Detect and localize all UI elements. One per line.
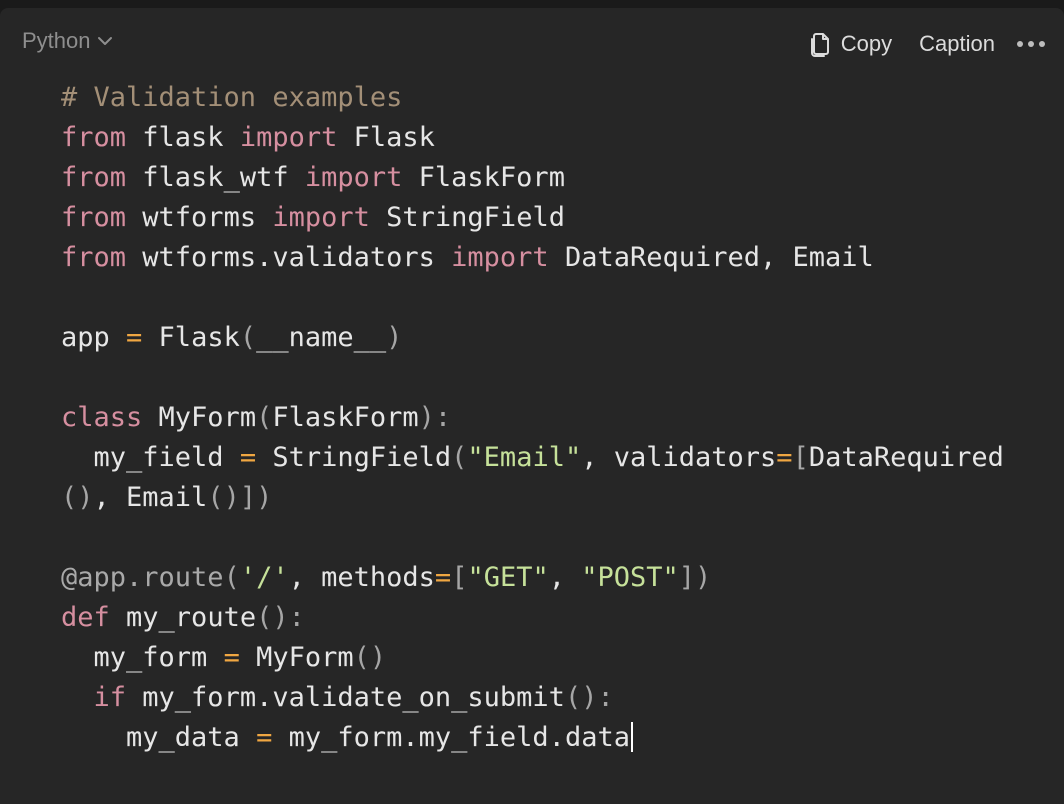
- code-token: =: [126, 322, 143, 353]
- more-options-icon: [1017, 41, 1045, 47]
- code-token: =: [776, 442, 793, 473]
- code-token: from: [61, 202, 127, 233]
- code-token: Flask: [142, 322, 240, 353]
- code-token: import: [304, 162, 403, 193]
- chevron-down-icon: [97, 37, 112, 45]
- code-line: def my_route():: [61, 598, 1004, 638]
- code-block: Python Copy Caption # Validation example…: [0, 8, 1064, 804]
- code-token: , Email: [93, 482, 208, 513]
- code-token: FlaskForm: [272, 402, 419, 433]
- language-selector[interactable]: Python: [22, 28, 113, 54]
- code-token: my_form.validate_on_submit: [126, 682, 565, 713]
- code-token: ():: [564, 682, 614, 713]
- code-token: my_route: [109, 602, 257, 633]
- code-token: import: [451, 242, 549, 273]
- code-token: ():: [256, 602, 305, 633]
- caption-button[interactable]: Caption: [919, 31, 995, 57]
- code-token: flask_wtf: [126, 162, 305, 193]
- code-token: (: [239, 322, 257, 353]
- code-token: MyForm: [142, 402, 257, 433]
- code-token: my_form.my_field.data: [272, 722, 630, 753]
- text-cursor: [630, 722, 633, 752]
- code-line: my_field = StringField("Email", validato…: [61, 438, 1004, 478]
- more-options-button[interactable]: [1016, 39, 1046, 49]
- code-token: ,: [548, 562, 582, 593]
- code-token: class: [61, 402, 143, 433]
- code-token: (: [256, 402, 273, 433]
- code-token: =: [434, 562, 452, 593]
- code-token: '/': [239, 562, 289, 593]
- code-token: wtforms: [126, 202, 273, 233]
- code-token: if: [93, 682, 127, 713]
- code-line: my_form = MyForm(): [61, 638, 1004, 678]
- code-token: from: [61, 242, 127, 273]
- code-token: import: [239, 122, 338, 153]
- code-token: route: [142, 562, 224, 593]
- code-token: import: [272, 202, 370, 233]
- code-token: ):: [418, 402, 452, 433]
- code-token: __name__: [256, 322, 387, 353]
- code-token: MyForm: [239, 642, 354, 673]
- code-token: @app.: [61, 562, 143, 593]
- code-line: class MyForm(FlaskForm):: [61, 398, 1004, 438]
- code-line: from wtforms import StringField: [61, 198, 1004, 238]
- code-token: (): [353, 642, 387, 673]
- code-token: (: [451, 442, 468, 473]
- code-line: # Validation examples: [61, 78, 1004, 118]
- copy-label: Copy: [840, 31, 893, 56]
- code-token: DataRequired, Email: [548, 242, 874, 273]
- code-line: @app.route('/', methods=["GET", "POST"]): [61, 558, 1004, 598]
- code-token: DataRequired: [808, 442, 1004, 473]
- code-token: my_field: [61, 442, 240, 473]
- code-token: , methods: [288, 562, 435, 593]
- code-actions: Copy Caption: [809, 28, 1064, 60]
- code-token: wtforms.validators: [126, 242, 452, 273]
- code-token: from: [61, 162, 127, 193]
- code-token: =: [239, 442, 257, 473]
- code-token: =: [256, 722, 273, 753]
- code-token: "Email": [467, 442, 582, 473]
- code-token: "GET": [467, 562, 549, 593]
- code-token: (: [223, 562, 240, 593]
- code-line: if my_form.validate_on_submit():: [61, 678, 1004, 718]
- code-line: from flask import Flask: [61, 118, 1004, 158]
- code-line: from flask_wtf import FlaskForm: [61, 158, 1004, 198]
- code-token: StringField: [256, 442, 452, 473]
- code-token: flask: [126, 122, 240, 153]
- code-token: FlaskForm: [402, 162, 565, 193]
- code-token: # Validation examples: [61, 82, 403, 113]
- code-token: from: [61, 122, 127, 153]
- code-token: my_form: [61, 642, 224, 673]
- code-token: "POST": [581, 562, 679, 593]
- code-token: [: [792, 442, 809, 473]
- code-token: app: [61, 322, 127, 353]
- code-token: =: [223, 642, 240, 673]
- code-token: my_data: [61, 722, 257, 753]
- code-token: ()]): [207, 482, 273, 513]
- code-line: app = Flask(__name__): [61, 318, 1004, 358]
- copy-icon: [810, 33, 829, 57]
- code-token: def: [61, 602, 110, 633]
- code-token: ]): [678, 562, 712, 593]
- code-token: , validators: [581, 442, 777, 473]
- code-line: (), Email()]): [61, 478, 1004, 518]
- caption-label: Caption: [919, 31, 995, 56]
- code-token: Flask: [337, 122, 435, 153]
- code-line: from wtforms.validators import DataRequi…: [61, 238, 1004, 278]
- copy-button[interactable]: Copy: [809, 30, 892, 58]
- code-token: StringField: [369, 202, 565, 233]
- code-line: my_data = my_form.my_field.data: [61, 718, 1004, 758]
- code-block-header: Python Copy Caption: [0, 8, 1064, 80]
- code-token: [: [451, 562, 468, 593]
- code-token: (): [61, 482, 94, 513]
- language-label: Python: [22, 28, 91, 53]
- code-editor[interactable]: # Validation examples from flask import F…: [61, 78, 1004, 758]
- code-token: ): [386, 322, 403, 353]
